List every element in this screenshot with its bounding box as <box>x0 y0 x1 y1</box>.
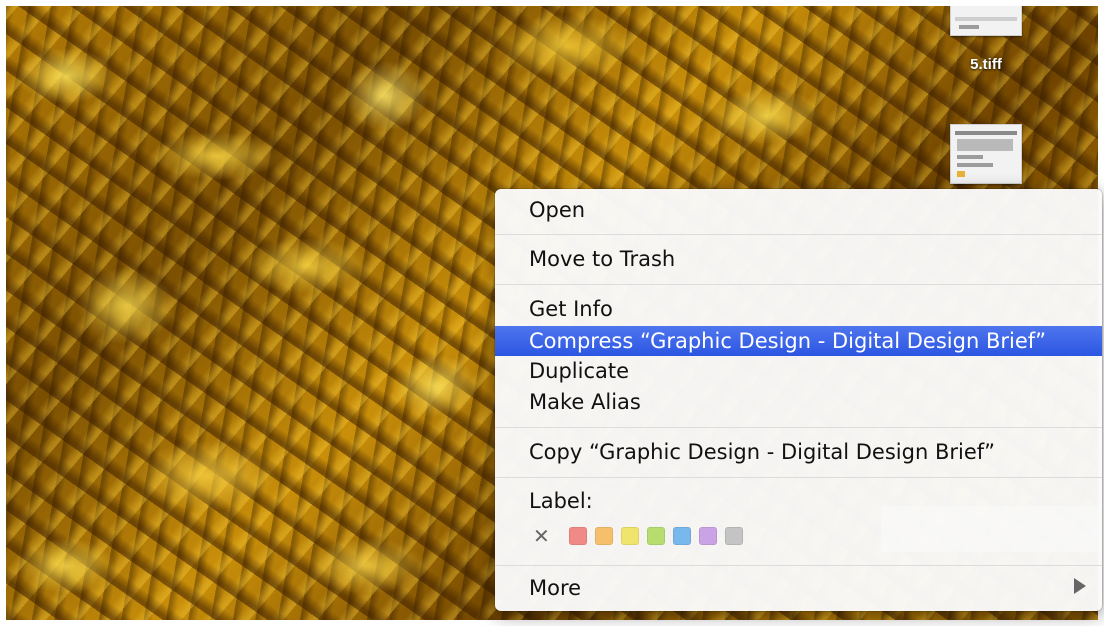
menu-item-get-info[interactable]: Get Info <box>495 294 1102 324</box>
menu-separator <box>495 234 1102 235</box>
menu-item-copy[interactable]: Copy “Graphic Design - Digital Design Br… <box>495 437 1102 467</box>
menu-item-compress[interactable]: Compress “Graphic Design - Digital Desig… <box>495 326 1102 356</box>
label-gray-swatch[interactable] <box>725 527 743 545</box>
label-yellow-swatch[interactable] <box>621 527 639 545</box>
thumbnail-header <box>955 131 1017 135</box>
label-orange-swatch[interactable] <box>595 527 613 545</box>
menu-separator <box>495 477 1102 478</box>
desktop-file-thumbnail-top[interactable] <box>950 6 1022 36</box>
label-blue-swatch[interactable] <box>673 527 691 545</box>
thumbnail-banner <box>957 139 1013 151</box>
desktop-file-label[interactable]: 5.tiff <box>950 56 1022 73</box>
desktop-file-thumbnail[interactable] <box>950 124 1022 184</box>
menu-item-more[interactable]: More <box>495 573 1102 603</box>
menu-item-move-to-trash[interactable]: Move to Trash <box>495 244 1102 274</box>
thumbnail-accent <box>957 171 965 177</box>
menu-separator <box>495 284 1102 285</box>
label-none-icon[interactable]: ✕ <box>533 524 550 548</box>
menu-item-make-alias[interactable]: Make Alias <box>495 387 1102 417</box>
menu-item-more-label: More <box>529 576 582 600</box>
label-red-swatch[interactable] <box>569 527 587 545</box>
context-menu: Open Move to Trash Get Info Compress “Gr… <box>495 189 1102 611</box>
menu-item-open[interactable]: Open <box>495 195 1102 225</box>
thumbnail-line <box>957 163 993 167</box>
submenu-arrow-icon <box>1074 578 1086 594</box>
label-heading: Label: <box>529 489 593 513</box>
menu-separator <box>495 427 1102 428</box>
label-green-swatch[interactable] <box>647 527 665 545</box>
thumbnail-line <box>957 155 983 159</box>
thumbnail-line <box>955 17 1017 21</box>
thumbnail-block <box>959 25 979 29</box>
menu-separator <box>495 565 1102 566</box>
menu-item-duplicate[interactable]: Duplicate <box>495 356 1102 386</box>
label-purple-swatch[interactable] <box>699 527 717 545</box>
